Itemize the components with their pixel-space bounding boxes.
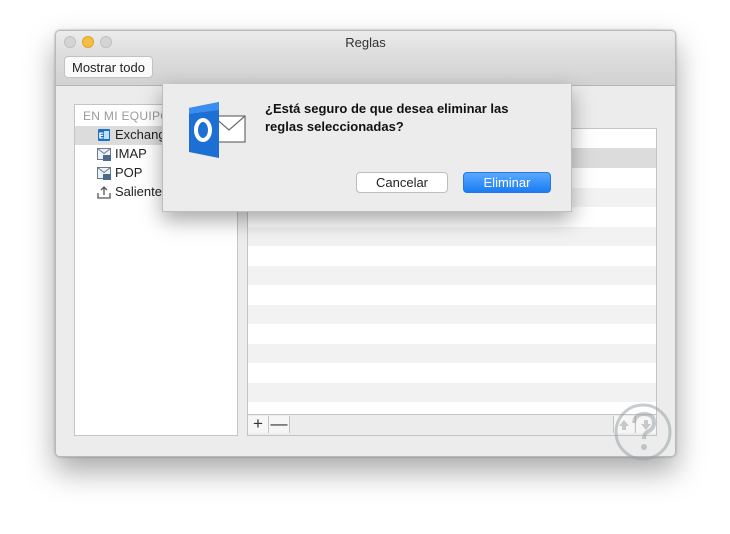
list-row: [248, 344, 656, 363]
cancel-button[interactable]: Cancelar: [356, 172, 448, 193]
title-bar: Reglas: [56, 31, 675, 53]
sidebar-item-label: POP: [115, 165, 143, 180]
sidebar-item-label: Saliente: [115, 184, 162, 199]
exchange-icon: E: [98, 129, 110, 141]
show-all-button[interactable]: Mostrar todo: [64, 56, 153, 78]
list-row: [248, 305, 656, 324]
sidebar-header: EN MI EQUIPO: [83, 109, 170, 123]
svg-text:E: E: [98, 131, 103, 140]
confirm-delete-dialog: ¿Está seguro de que desea eliminar las r…: [162, 84, 572, 212]
delete-button[interactable]: Eliminar: [463, 172, 551, 193]
dialog-message: ¿Está seguro de que desea eliminar las r…: [265, 101, 509, 134]
list-row: [248, 383, 656, 402]
window-title: Reglas: [345, 35, 386, 50]
add-rule-button[interactable]: +: [248, 415, 269, 433]
question-head-icon: [614, 403, 672, 461]
list-actions-bar: + —: [248, 414, 656, 435]
toolbar: Mostrar todo: [56, 53, 675, 86]
list-row: [248, 227, 656, 246]
list-row: [248, 266, 656, 285]
imap-icon: [97, 148, 111, 161]
outgoing-icon: [97, 186, 111, 199]
pop-icon: [97, 167, 111, 180]
sidebar-item-label: IMAP: [115, 146, 147, 161]
outlook-icon: [189, 102, 246, 158]
remove-rule-button[interactable]: —: [269, 415, 290, 433]
